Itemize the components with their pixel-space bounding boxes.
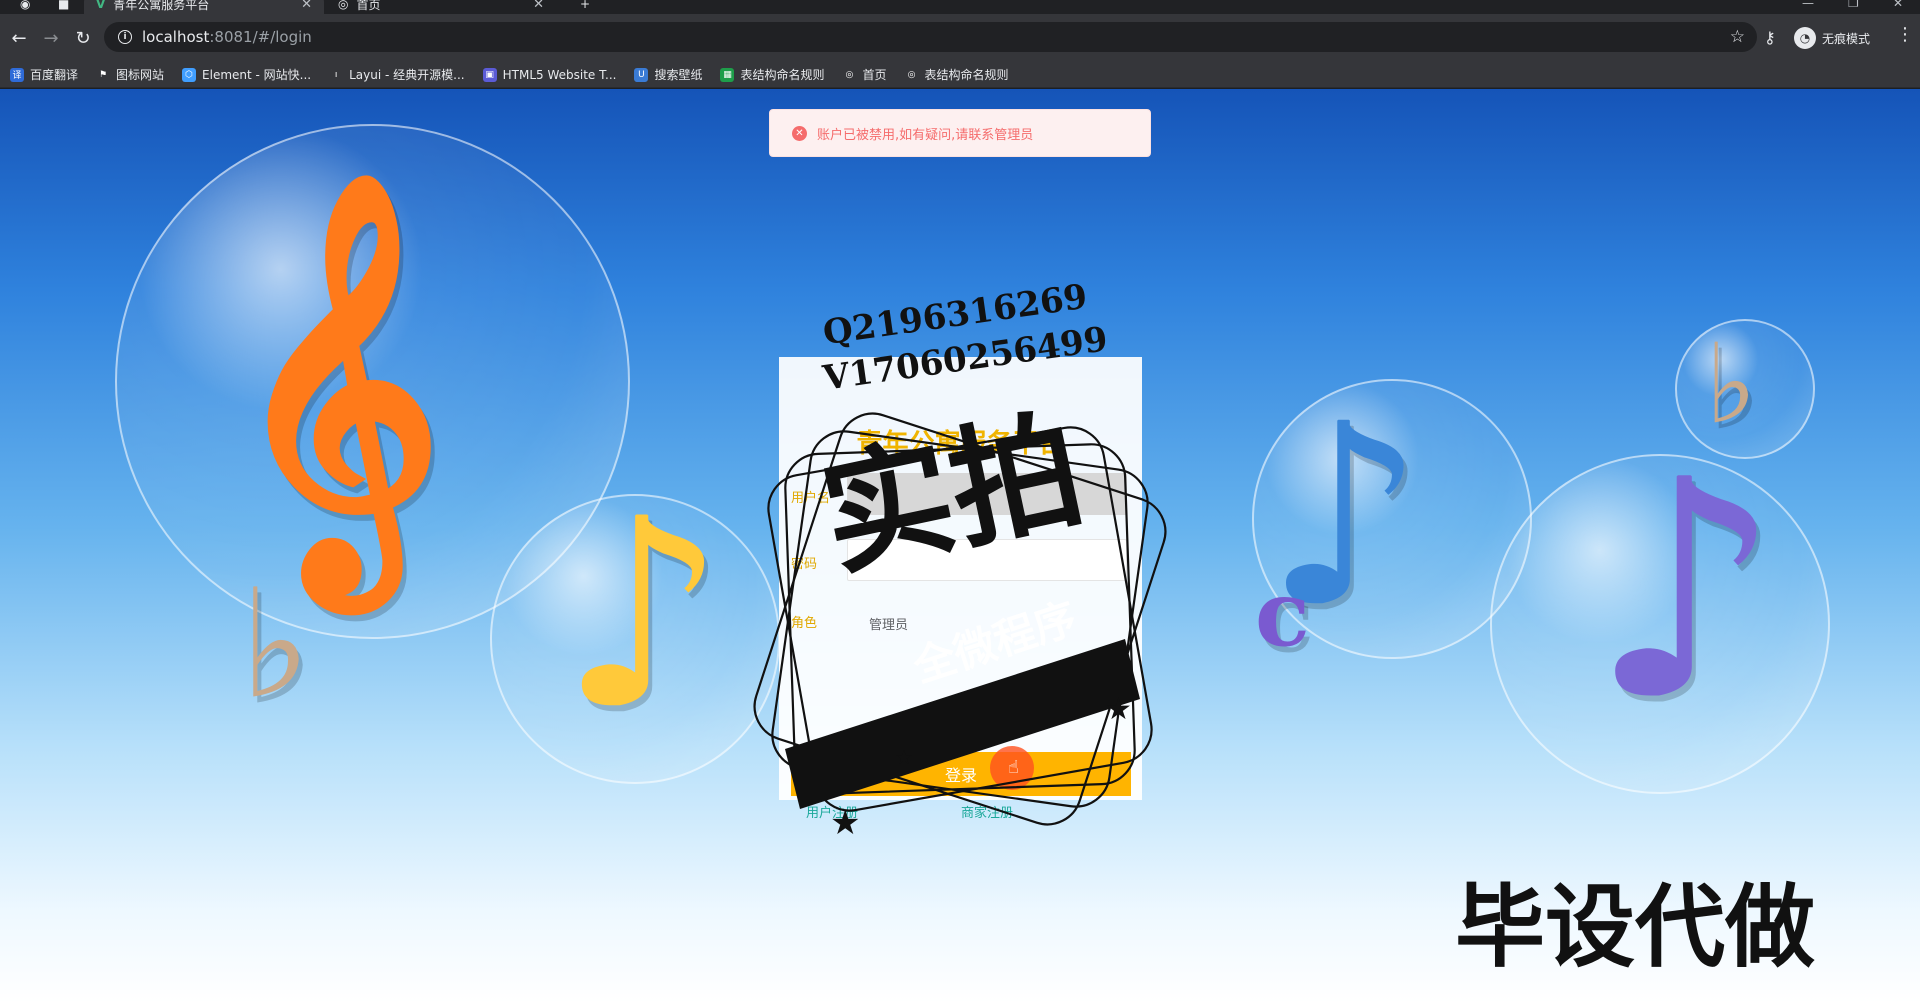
bookmark-label: 百度翻译 xyxy=(30,68,79,82)
bookmark-label: 首页 xyxy=(862,68,887,82)
bookmark-item[interactable]: U 搜索壁纸 xyxy=(634,66,702,83)
bookmark-item[interactable]: ◎ 首页 xyxy=(842,66,887,83)
flag-icon: ⚑ xyxy=(98,69,108,80)
bookmark-label: Layui - 经典开源模... xyxy=(349,68,465,82)
back-icon[interactable]: ← xyxy=(4,23,34,53)
login-page: 𝄞 ♭ ♪ ♪ c ♪ ♭ ✕ 账户已被禁用,如有疑问,请联系管理员 青年公寓服… xyxy=(0,89,1920,1003)
music-note-icon: ♪ xyxy=(560,461,726,766)
globe-icon: ◎ xyxy=(338,0,349,11)
address-bar[interactable]: i localhost:8081/#/login ☆ xyxy=(104,22,1757,52)
bookmark-label: 图标网站 xyxy=(116,68,165,82)
chrome-icon[interactable]: ◉ xyxy=(8,0,40,14)
tab-home[interactable]: ◎ 首页 ✕ xyxy=(326,0,556,14)
tab-strip: ◉ ■ V 青年公寓服务平台 ✕ ◎ 首页 ✕ + — ❐ ✕ xyxy=(0,0,1920,14)
login-button[interactable]: 登录 xyxy=(791,752,1131,796)
bookmark-item[interactable]: ı Layui - 经典开源模... xyxy=(329,66,465,83)
bookmark-item[interactable]: ⬡ Element - 网站快... xyxy=(182,66,311,83)
bookmark-star-icon[interactable]: ☆ xyxy=(1730,27,1745,47)
bookmark-label: 表结构命名规则 xyxy=(924,68,1009,82)
bookmarks-bar: 译百度翻译 ⚑ 图标网站 ⬡ Element - 网站快... ı Layui - 经… xyxy=(0,62,1920,88)
watermark-corner: 毕设代做 xyxy=(1455,875,1815,980)
bookmark-label: 表结构命名规则 xyxy=(740,68,825,82)
restore-icon[interactable]: ❐ xyxy=(1848,0,1859,10)
vue-icon: V xyxy=(96,0,106,11)
info-icon[interactable]: i xyxy=(118,30,132,44)
bookmark-item[interactable]: 译百度翻译 xyxy=(10,66,78,83)
bookmark-label: Element - 网站快... xyxy=(202,68,312,82)
incognito-icon: ◔ xyxy=(1794,27,1816,49)
layui-icon: ı xyxy=(334,69,338,80)
reload-icon[interactable]: ↻ xyxy=(68,23,98,53)
tab-title: 首页 xyxy=(356,0,381,12)
close-icon[interactable]: ✕ xyxy=(533,0,544,12)
key-icon[interactable]: ⚷ xyxy=(1764,28,1776,47)
c-symbol-icon: c xyxy=(1255,561,1310,667)
error-icon: ✕ xyxy=(792,125,807,141)
bookmark-label: HTML5 Website T... xyxy=(502,67,617,82)
tab-search-icon[interactable]: ■ xyxy=(46,0,76,14)
translate-icon: 译 xyxy=(10,67,24,82)
music-note-icon: ♪ xyxy=(1590,412,1782,765)
wallpaper-icon: U xyxy=(634,67,649,82)
role-label: 角色 xyxy=(791,616,818,631)
globe-icon: ◎ xyxy=(907,69,916,80)
url-path: :8081/#/login xyxy=(209,28,312,46)
bookmark-item[interactable]: ▦ 表结构命名规则 xyxy=(720,66,824,83)
minimize-icon[interactable]: — xyxy=(1802,0,1814,10)
close-window-icon[interactable]: ✕ xyxy=(1893,0,1903,10)
nav-bar: ← → ↻ i localhost:8081/#/login ☆ ⚷ ◔ 无痕模… xyxy=(0,14,1920,62)
hand-cursor-icon: ☝ xyxy=(1008,757,1019,778)
flat-icon: ♭ xyxy=(1705,319,1757,448)
bookmark-item[interactable]: ▣ HTML5 Website T... xyxy=(482,67,617,82)
globe-icon: ◎ xyxy=(845,69,854,80)
incognito-label: 无痕模式 xyxy=(1822,31,1871,46)
incognito-profile[interactable]: ◔ 无痕模式 xyxy=(1794,24,1870,52)
new-tab-icon[interactable]: + xyxy=(568,0,598,14)
bookmark-item[interactable]: ◎ 表结构命名规则 xyxy=(905,66,1009,83)
user-register-link[interactable]: 用户注册 xyxy=(806,802,858,821)
bookmark-label: 搜索壁纸 xyxy=(654,68,703,82)
flat-icon: ♭ xyxy=(240,556,311,732)
html5-icon: ▣ xyxy=(482,67,497,82)
bookmark-item[interactable]: ⚑ 图标网站 xyxy=(96,66,164,83)
menu-icon[interactable]: ⋮ xyxy=(1896,26,1914,44)
error-alert: ✕ 账户已被禁用,如有疑问,请联系管理员 xyxy=(769,109,1151,157)
role-radio-admin[interactable]: 管理员 xyxy=(869,614,908,633)
url-host: localhost xyxy=(142,28,210,46)
password-label: 密码 xyxy=(791,557,818,572)
close-icon[interactable]: ✕ xyxy=(301,0,312,12)
forward-icon[interactable]: → xyxy=(36,23,66,53)
tab-title: 青年公寓服务平台 xyxy=(113,0,210,12)
merchant-register-link[interactable]: 商家注册 xyxy=(961,802,1013,821)
sheet-icon: ▦ xyxy=(720,67,735,82)
treble-clef-icon: 𝄞 xyxy=(230,167,443,590)
tab-active[interactable]: V 青年公寓服务平台 ✕ xyxy=(84,0,324,14)
element-icon: ⬡ xyxy=(182,67,197,82)
alert-message: 账户已被禁用,如有疑问,请联系管理员 xyxy=(817,127,1034,143)
